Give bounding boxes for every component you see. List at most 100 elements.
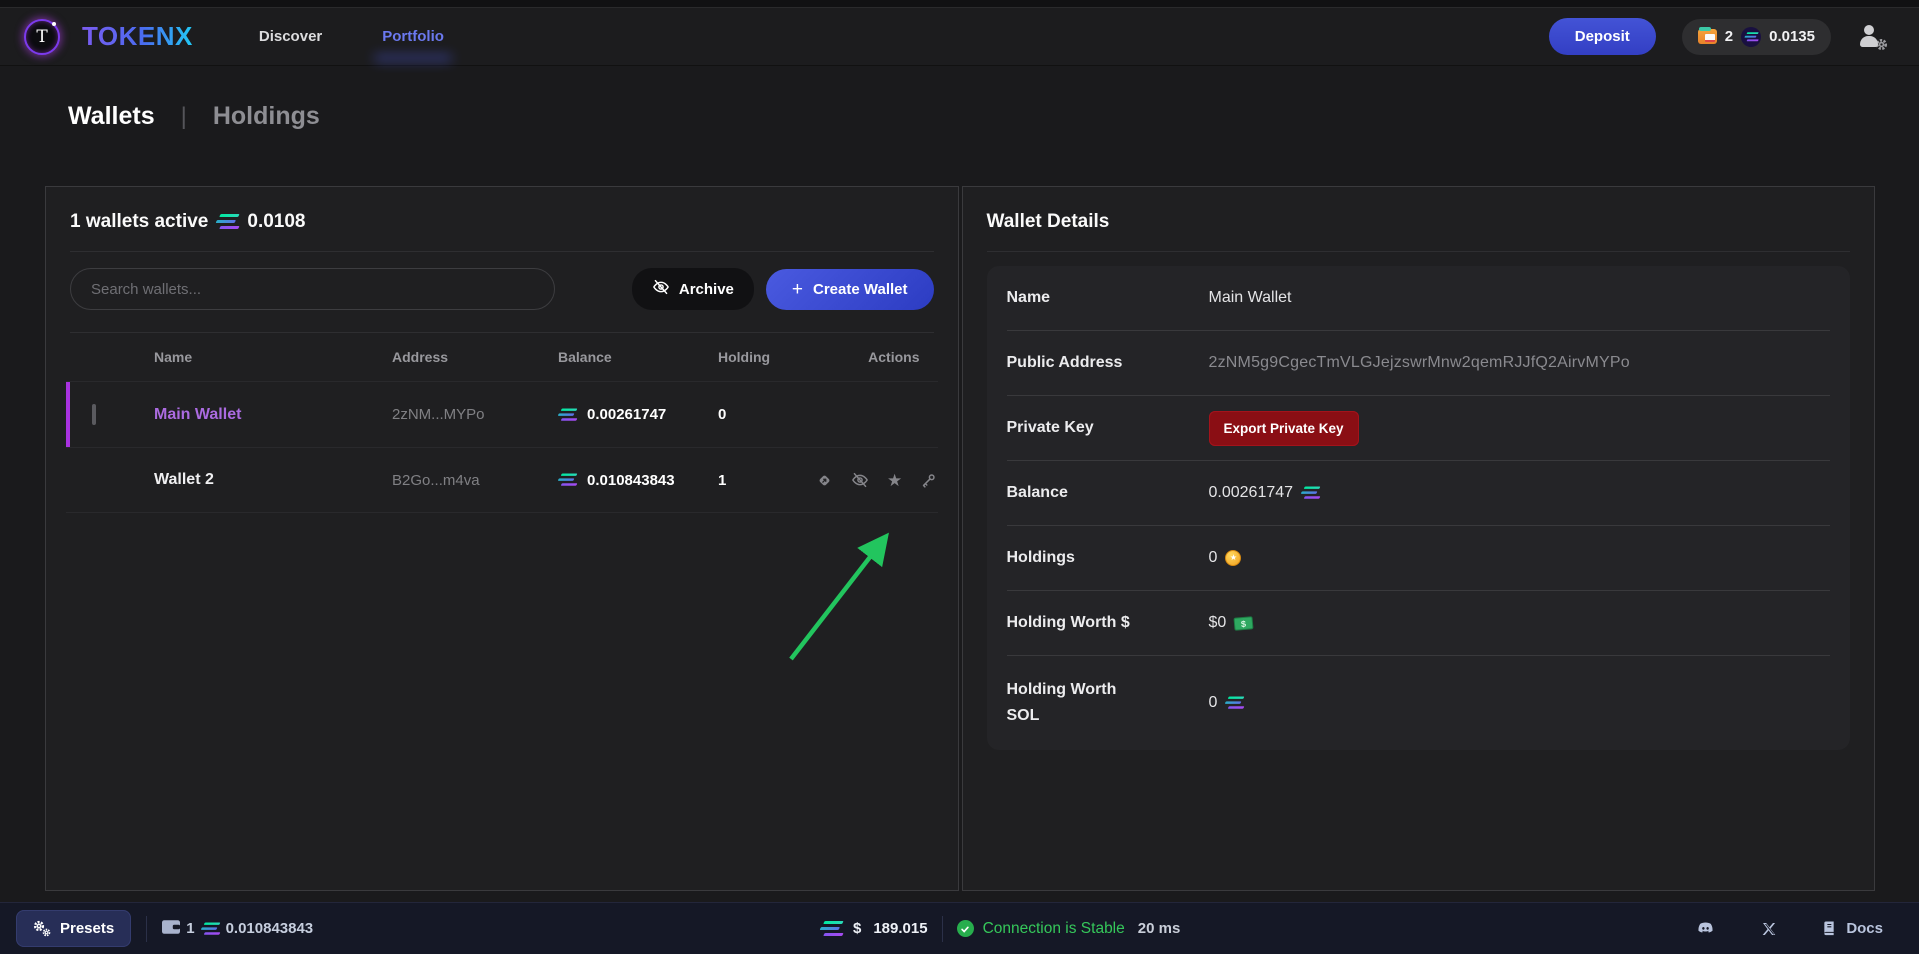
docs-link[interactable]: Docs: [1821, 920, 1883, 937]
solana-icon: [1227, 696, 1243, 709]
tab-holdings[interactable]: Holdings: [213, 102, 320, 131]
price-symbol: $: [853, 920, 861, 937]
wallet-holding: 1: [718, 472, 816, 489]
col-name: Name: [154, 349, 392, 365]
x-twitter-icon[interactable]: [1761, 921, 1777, 937]
detail-row-public-address: Public Address 2zNM5g9CgecTmVLGJejzswrMn…: [1007, 331, 1831, 396]
price-value: 189.015: [873, 920, 927, 937]
logo-letter: T: [36, 27, 47, 47]
hide-wallet-icon[interactable]: [851, 471, 869, 489]
public-address-label: Public Address: [1007, 354, 1209, 372]
table-header: Name Address Balance Holding Actions: [66, 333, 938, 381]
app-logo[interactable]: T: [24, 19, 60, 55]
private-key-label: Private Key: [1007, 419, 1209, 437]
table-row-wallet-2[interactable]: Wallet 2 B2Go...m4va 0.010843843 1: [66, 447, 938, 513]
gear-icon: [1874, 37, 1889, 52]
detail-row-private-key: Private Key Export Private Key: [1007, 396, 1831, 461]
main-nav: Discover Portfolio: [259, 28, 444, 45]
wallet-details-panel: Wallet Details Name Main Wallet Public A…: [962, 186, 1876, 891]
dollar-bill-icon: [1234, 616, 1254, 631]
favorite-star-icon[interactable]: ★: [887, 472, 902, 489]
export-private-key-button[interactable]: Export Private Key: [1209, 411, 1359, 446]
wallet-balance: 0.010843843: [587, 472, 675, 489]
search-input[interactable]: [70, 268, 555, 310]
public-address-value[interactable]: 2zNM5g9CgecTmVLGJejzswrMnw2qemRJJfQ2Airv…: [1209, 354, 1831, 372]
solana-icon: [560, 473, 576, 486]
coin-icon: ★: [1225, 550, 1241, 566]
selected-row-accent: [66, 382, 70, 447]
balance-value: 0.00261747: [1209, 484, 1294, 502]
wallets-active-text: 1 wallets active: [70, 211, 208, 233]
wallet-icon: [162, 920, 180, 938]
divider: [942, 916, 943, 942]
detail-row-worth-sol: Holding Worth SOL 0: [1007, 656, 1831, 750]
docs-label: Docs: [1846, 920, 1883, 937]
row-checkbox[interactable]: [92, 404, 96, 425]
wallet-name: Main Wallet: [154, 406, 392, 424]
worth-sol-value: 0: [1209, 694, 1218, 712]
plus-icon: +: [792, 280, 803, 299]
footer-center: $ 189.015 Connection is Stable 20 ms: [822, 916, 1180, 942]
footer-wallet-count: 1: [186, 920, 194, 937]
divider: [987, 251, 1851, 252]
footer-wallet-balance: 0.010843843: [226, 920, 314, 937]
wallet-address: 2zNM...MYPo: [392, 406, 558, 423]
col-actions: Actions: [816, 349, 938, 365]
wallet-controls: Archive + Create Wallet: [70, 268, 934, 310]
account-settings-button[interactable]: [1857, 24, 1885, 50]
nav-discover[interactable]: Discover: [259, 28, 322, 45]
wallet-emoji-icon: [1698, 29, 1717, 44]
active-wallets-summary: 1 0.010843843: [162, 920, 313, 938]
navbar-right: Deposit 2 0.0135: [1549, 18, 1885, 55]
active-tab-glow: [374, 55, 452, 61]
gears-icon: [33, 920, 51, 937]
balance-label: Balance: [1007, 484, 1209, 502]
tab-wallets[interactable]: Wallets: [68, 102, 155, 131]
row-actions: ★: [816, 471, 953, 489]
solana-coin-icon: [1741, 27, 1761, 47]
worth-sol-label: Holding Worth SOL: [1007, 677, 1125, 728]
book-icon: [1821, 920, 1837, 937]
latency-value: 20 ms: [1138, 920, 1181, 937]
divider: [146, 916, 147, 942]
name-label: Name: [1007, 289, 1209, 307]
navbar: T TOKENX Discover Portfolio Deposit 2 0.…: [0, 8, 1919, 66]
sol-balance: 0.0135: [1769, 28, 1815, 45]
table-row-main-wallet[interactable]: Main Wallet 2zNM...MYPo 0.00261747 0: [66, 381, 938, 447]
annotation-arrow: [781, 527, 901, 677]
archive-button[interactable]: Archive: [632, 268, 754, 310]
holdings-value: 0: [1209, 549, 1218, 567]
send-icon[interactable]: [816, 472, 833, 489]
status-bar: Presets 1 0.010843843 $ 189.015: [0, 902, 1919, 954]
col-address: Address: [392, 349, 558, 365]
account-balance-chip[interactable]: 2 0.0135: [1682, 19, 1831, 55]
create-wallet-button[interactable]: + Create Wallet: [766, 269, 934, 310]
divider: [70, 251, 934, 252]
presets-button[interactable]: Presets: [16, 910, 131, 947]
discord-icon[interactable]: [1694, 920, 1717, 937]
create-wallet-label: Create Wallet: [813, 281, 907, 298]
wallet-balance: 0.00261747: [587, 406, 666, 423]
export-key-icon[interactable]: [920, 472, 937, 489]
solana-icon: [1303, 486, 1319, 499]
solana-icon: [822, 921, 841, 937]
detail-row-holdings: Holdings 0 ★: [1007, 526, 1831, 591]
deposit-button[interactable]: Deposit: [1549, 18, 1656, 55]
holdings-label: Holdings: [1007, 549, 1209, 567]
wallets-active-sol: 0.0108: [247, 211, 305, 233]
detail-row-balance: Balance 0.00261747: [1007, 461, 1831, 526]
wallet-address: B2Go...m4va: [392, 472, 558, 489]
check-circle-icon: [957, 920, 974, 937]
wallets-summary: 1 wallets active 0.0108: [46, 187, 958, 251]
footer-left: Presets 1 0.010843843: [0, 910, 313, 947]
connection-status-text: Connection is Stable: [983, 920, 1125, 938]
col-balance: Balance: [558, 349, 718, 365]
wallet-holding: 0: [718, 406, 816, 423]
footer-right: Docs: [1694, 920, 1919, 937]
solana-icon: [218, 214, 237, 230]
page-tabs: Wallets | Holdings: [0, 66, 1919, 131]
top-strip: [0, 0, 1919, 8]
details-title: Wallet Details: [963, 187, 1875, 251]
nav-portfolio[interactable]: Portfolio: [382, 28, 444, 45]
worth-usd-label: Holding Worth $: [1007, 614, 1209, 632]
